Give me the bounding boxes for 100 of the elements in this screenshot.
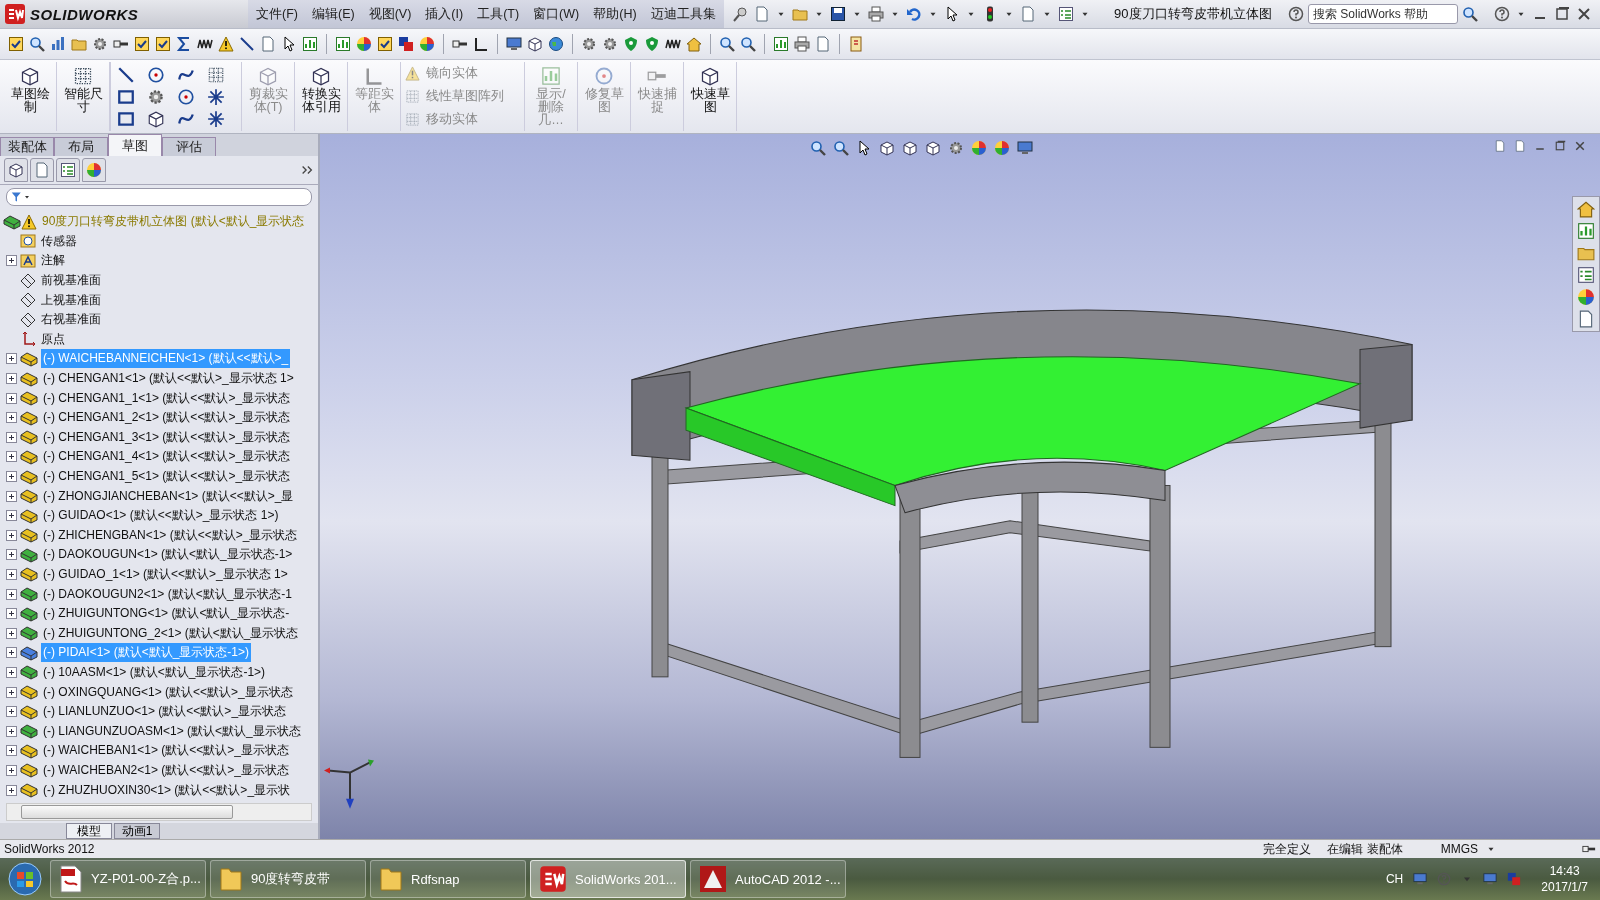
- search-icon[interactable]: [29, 36, 45, 52]
- command-tab[interactable]: 装配体: [0, 137, 54, 156]
- search-icon[interactable]: [810, 140, 826, 156]
- expand-toggle[interactable]: [6, 353, 17, 365]
- model-tab[interactable]: 模型: [66, 823, 112, 839]
- globe-icon[interactable]: [548, 36, 564, 52]
- expand-toggle[interactable]: [6, 725, 17, 737]
- expand-toggle[interactable]: [6, 608, 17, 620]
- expand-toggle[interactable]: [6, 569, 17, 580]
- color-ball-icon[interactable]: [1577, 288, 1595, 306]
- expand-toggle[interactable]: [6, 784, 17, 796]
- appearance-tab[interactable]: [82, 158, 106, 182]
- tree-item[interactable]: (-) DAOKOUGUN<1> (默认<默认_显示状态-1>: [41, 545, 295, 565]
- expand-toggle[interactable]: [6, 666, 17, 678]
- language-indicator[interactable]: CH: [1385, 872, 1404, 886]
- tree-item[interactable]: (-) GUIDAO_1<1> (默认<<默认>_显示状态 1>: [41, 565, 290, 584]
- cube-icon[interactable]: [527, 36, 543, 52]
- tree-item[interactable]: (-) ZHUIGUNTONG<1> (默认<默认_显示状态-: [41, 604, 292, 624]
- chart-icon[interactable]: [302, 36, 318, 52]
- tree-item[interactable]: (-) ZHUIGUNTONG_2<1> (默认<默认_显示状态: [41, 623, 301, 643]
- tree-item[interactable]: 90度刀口转弯皮带机立体图 (默认<默认_显示状态: [40, 212, 307, 232]
- color-ball-icon[interactable]: [419, 36, 435, 52]
- expand-toggle[interactable]: [6, 549, 17, 561]
- maximize-icon[interactable]: [1554, 140, 1566, 152]
- menu-item[interactable]: 文件(F): [256, 5, 298, 23]
- home-icon[interactable]: [1577, 200, 1595, 218]
- units-menu[interactable]: MMGS: [1440, 842, 1478, 856]
- tree-item[interactable]: (-) WAICHEBAN2<1> (默认<<默认>_显示状态: [41, 760, 291, 780]
- tree-item[interactable]: (-) LIANLUNZUO<1> (默认<<默认>_显示状态: [41, 702, 289, 722]
- new-document-icon[interactable]: [753, 6, 770, 22]
- cube-icon[interactable]: [147, 109, 165, 128]
- color-ball-icon[interactable]: [994, 140, 1010, 156]
- menu-item[interactable]: 迈迪工具集: [650, 5, 716, 23]
- line-icon[interactable]: [239, 36, 255, 52]
- tree-item[interactable]: 传感器: [39, 231, 79, 251]
- expand-toggle[interactable]: [6, 647, 17, 659]
- tree-item[interactable]: (-) CHENGAN1<1> (默认<<默认>_显示状态 1>: [41, 369, 296, 389]
- new-document-icon[interactable]: [1019, 6, 1036, 22]
- cube-icon[interactable]: [925, 140, 941, 156]
- tree-item[interactable]: 注解: [39, 251, 67, 271]
- warning-icon[interactable]: [218, 36, 234, 52]
- tree-item[interactable]: (-) ZHUZHUOXIN30<1> (默认<<默认>_显示状: [41, 780, 293, 800]
- help-icon[interactable]: [1494, 6, 1510, 22]
- undo-icon[interactable]: [905, 6, 922, 22]
- new-document-icon[interactable]: [260, 36, 276, 52]
- checkbox-icon[interactable]: [155, 36, 171, 52]
- menu-item[interactable]: 视图(V): [368, 5, 412, 23]
- close-icon[interactable]: [1574, 140, 1586, 152]
- checkbox-icon[interactable]: [377, 36, 393, 52]
- taskbar-button[interactable]: YZ-P01-00-Z合.p...: [50, 860, 206, 898]
- tree-item[interactable]: (-) DAOKOUGUN2<1> (默认<默认_显示状态-1: [41, 584, 295, 604]
- model-tab[interactable]: 动画1: [114, 823, 160, 839]
- search-icon[interactable]: [740, 36, 756, 52]
- chart-icon[interactable]: [335, 36, 351, 52]
- asterisk-icon[interactable]: [207, 109, 225, 128]
- chart-icon[interactable]: [773, 36, 789, 52]
- checkbox-icon[interactable]: [134, 36, 150, 52]
- search-icon[interactable]: [719, 36, 735, 52]
- gear-icon[interactable]: [602, 36, 618, 52]
- monitor-icon[interactable]: [506, 36, 522, 52]
- cube-icon[interactable]: [902, 140, 918, 156]
- gear-icon[interactable]: [92, 36, 108, 52]
- ribbon-button[interactable]: 智能尺寸: [61, 62, 105, 131]
- tree-item[interactable]: (-) CHENGAN1_4<1> (默认<<默认>_显示状态: [41, 447, 293, 467]
- new-document-icon[interactable]: [815, 36, 831, 52]
- expand-toggle[interactable]: [6, 490, 17, 502]
- circle-icon[interactable]: [177, 87, 195, 106]
- tree-item[interactable]: (-) WAICHEBAN1<1> (默认<<默认>_显示状态: [41, 741, 291, 761]
- cube-icon[interactable]: [879, 140, 895, 156]
- expand-toggle[interactable]: [6, 392, 17, 404]
- expand-toggle[interactable]: [6, 764, 17, 776]
- ribbon-button[interactable]: 快速草图: [688, 62, 732, 131]
- taskbar-button[interactable]: Rdfsnap: [370, 860, 526, 898]
- tree-item[interactable]: (-) CHENGAN1_2<1> (默认<<默认>_显示状态: [41, 408, 293, 428]
- expand-toggle[interactable]: [6, 431, 17, 443]
- expand-toggle[interactable]: [6, 412, 17, 424]
- checklist-icon[interactable]: [1577, 266, 1595, 284]
- taskbar-button[interactable]: 90度转弯皮带: [210, 860, 366, 898]
- cursor-icon[interactable]: [856, 140, 872, 156]
- gear-icon[interactable]: [581, 36, 597, 52]
- expand-toggle[interactable]: [6, 627, 17, 639]
- tree-item[interactable]: (-) GUIDAO<1> (默认<<默认>_显示状态 1>): [41, 506, 281, 526]
- menu-item[interactable]: 窗口(W): [533, 5, 580, 23]
- tree-item[interactable]: 原点: [39, 329, 67, 349]
- chart-icon[interactable]: [1577, 222, 1595, 240]
- tree-item[interactable]: (-) ZHICHENGBAN<1> (默认<<默认>_显示状态: [41, 525, 300, 545]
- expand-toggle[interactable]: [6, 510, 17, 522]
- circle-icon[interactable]: [147, 65, 165, 84]
- close-icon[interactable]: [1576, 6, 1592, 22]
- expand-toggle[interactable]: [6, 255, 17, 267]
- pin-icon[interactable]: [731, 6, 748, 22]
- color-ball-icon[interactable]: [356, 36, 372, 52]
- search-field[interactable]: 搜索 SolidWorks 帮助: [1308, 4, 1458, 24]
- tree-item[interactable]: (-) ZHONGJIANCHEBAN<1> (默认<<默认>_显: [41, 486, 296, 506]
- menu-item[interactable]: 插入(I): [425, 5, 464, 23]
- printer-icon[interactable]: [794, 36, 810, 52]
- menu-item[interactable]: 编辑(E): [311, 5, 355, 23]
- expand-toggle[interactable]: [6, 471, 17, 482]
- book-icon[interactable]: [848, 36, 864, 52]
- cursor-icon[interactable]: [281, 36, 297, 52]
